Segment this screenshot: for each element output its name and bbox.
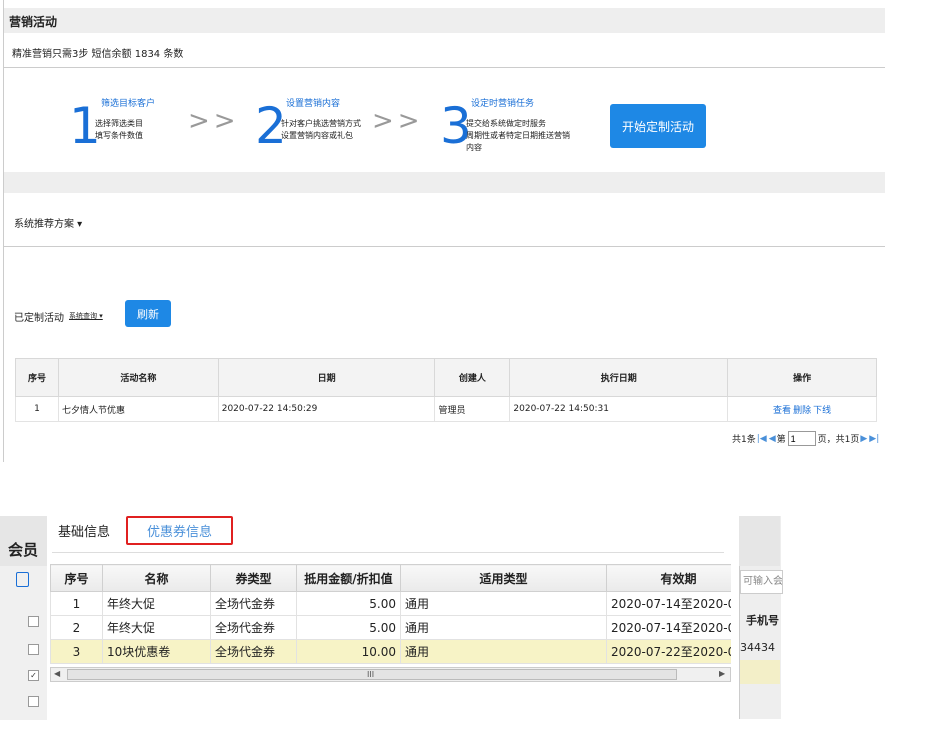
cell-name: 年终大促 <box>102 615 211 640</box>
scrollbar-grip-icon: III <box>367 670 375 679</box>
page-prefix: 第 <box>776 435 786 445</box>
prev-page-icon[interactable]: ◀ <box>769 434 776 444</box>
last-page-icon[interactable]: ▶| <box>869 434 879 444</box>
view-link[interactable]: 查看 <box>773 406 791 416</box>
col-header[interactable]: 执行日期 <box>509 358 729 397</box>
table-row[interactable]: 1 七夕情人节优惠 2020-07-22 14:50:29 管理员 2020-0… <box>15 396 877 422</box>
cell-valid: 2020-07-14至2020-0: <box>606 591 731 616</box>
title-bar: 营销活动 <box>4 8 885 33</box>
cell-type: 全场代金券 <box>210 639 297 664</box>
page-number-input[interactable] <box>787 431 816 446</box>
divider <box>4 246 885 247</box>
col-header[interactable]: 有效期 <box>606 564 731 592</box>
background-phone-value: 34434 <box>740 641 775 654</box>
offline-link[interactable]: 下线 <box>813 406 831 416</box>
cell-amount: 5.00 <box>296 615 401 640</box>
new-document-icon[interactable] <box>16 572 29 587</box>
cell-no: 1 <box>15 396 59 422</box>
background-search-input[interactable]: 可输入会 <box>740 570 783 594</box>
background-phone-header: 手机号 <box>746 614 779 627</box>
table-row[interactable]: 2 年终大促 全场代金券 5.00 通用 2020-07-14至2020-0: <box>50 615 731 640</box>
cell-scope: 通用 <box>400 615 607 640</box>
col-header[interactable]: 操作 <box>727 358 877 397</box>
page-suffix: 页，共1页 <box>817 435 860 445</box>
step-2-desc: 针对客户挑选营销方式 设置营销内容或礼包 <box>281 119 361 140</box>
cell-scope: 通用 <box>400 591 607 616</box>
cell-name: 10块优惠卷 <box>102 639 211 664</box>
col-header[interactable]: 名称 <box>102 564 211 592</box>
cell-amount: 10.00 <box>296 639 401 664</box>
sms-balance-text: 精准营销只需3步 短信余额 1834 条数 <box>12 49 184 60</box>
cell-exec-date: 2020-07-22 14:50:31 <box>509 396 729 422</box>
table-row[interactable]: 1 年终大促 全场代金券 5.00 通用 2020-07-14至2020-0: <box>50 591 731 616</box>
cell-type: 全场代金券 <box>210 615 297 640</box>
table-header-row: 序号 活动名称 日期 创建人 执行日期 操作 <box>15 358 877 397</box>
start-custom-campaign-button[interactable]: 开始定制活动 <box>610 104 706 148</box>
cell-name: 年终大促 <box>102 591 211 616</box>
cell-no: 2 <box>50 615 103 640</box>
tab-underline <box>52 552 724 553</box>
delete-link[interactable]: 删除 <box>793 406 811 416</box>
chevron-icon: >> <box>372 106 424 136</box>
col-header[interactable]: 活动名称 <box>57 358 219 397</box>
background-selected-row <box>740 660 780 684</box>
coupon-table: 序号 名称 券类型 抵用金额/折扣值 适用类型 有效期 1 年终大促 全场代金券… <box>50 564 731 664</box>
table-header-row: 序号 名称 券类型 抵用金额/折扣值 适用类型 有效期 <box>50 564 731 592</box>
col-header[interactable]: 序号 <box>50 564 103 592</box>
row-checkbox-checked[interactable]: ✓ <box>28 670 39 681</box>
row-checkbox[interactable] <box>28 616 39 627</box>
cell-actions: 查看 删除 下线 <box>727 396 877 422</box>
refresh-button[interactable]: 刷新 <box>125 300 171 327</box>
recommended-plans-dropdown[interactable]: 系统推荐方案 ▾ <box>14 215 82 230</box>
tab-basic-info[interactable]: 基础信息 <box>58 521 110 540</box>
section-separator <box>4 172 885 193</box>
row-checkbox[interactable] <box>28 696 39 707</box>
cell-valid: 2020-07-22至2020-0: <box>606 639 731 664</box>
cell-no: 3 <box>50 639 103 664</box>
divider <box>4 67 885 68</box>
query-view-dropdown[interactable]: 系统查询 ▾ <box>69 311 103 321</box>
col-header[interactable]: 券类型 <box>210 564 297 592</box>
cell-creator: 管理员 <box>434 396 511 422</box>
background-right-header <box>739 516 780 566</box>
scroll-right-icon[interactable]: ▶ <box>719 669 725 678</box>
background-member-title: 会员 <box>8 541 39 559</box>
cell-no: 1 <box>50 591 103 616</box>
cell-type: 全场代金券 <box>210 591 297 616</box>
col-header[interactable]: 序号 <box>15 358 59 397</box>
scroll-left-icon[interactable]: ◀ <box>54 669 60 678</box>
col-header[interactable]: 适用类型 <box>400 564 607 592</box>
cell-name: 七夕情人节优惠 <box>57 396 219 422</box>
coupon-table-wrap: 序号 名称 券类型 抵用金额/折扣值 适用类型 有效期 1 年终大促 全场代金券… <box>50 564 731 667</box>
col-header[interactable]: 日期 <box>217 358 436 397</box>
table-row-selected[interactable]: 3 10块优惠卷 全场代金券 10.00 通用 2020-07-22至2020-… <box>50 639 731 664</box>
tab-coupon-info[interactable]: 优惠券信息 <box>126 516 233 545</box>
row-checkbox[interactable] <box>28 644 39 655</box>
cell-amount: 5.00 <box>296 591 401 616</box>
campaign-table: 序号 活动名称 日期 创建人 执行日期 操作 1 七夕情人节优惠 2020-07… <box>15 358 877 422</box>
col-header[interactable]: 创建人 <box>434 358 511 397</box>
cell-valid: 2020-07-14至2020-0: <box>606 615 731 640</box>
chevron-icon: >> <box>188 106 240 136</box>
cell-scope: 通用 <box>400 639 607 664</box>
pager-total: 共1条 <box>732 435 756 445</box>
step-3-title: 设定时营销任务 <box>471 99 535 109</box>
first-page-icon[interactable]: |◀ <box>757 434 767 444</box>
custom-campaigns-label: 已定制活动 <box>14 313 64 324</box>
pager: 共1条 |◀ ◀ 第 页，共1页 ▶ ▶| <box>732 431 880 446</box>
cell-date: 2020-07-22 14:50:29 <box>217 396 436 422</box>
marketing-panel: 营销活动 精准营销只需3步 短信余额 1834 条数 1 筛选目标客户 选择筛选… <box>3 0 885 462</box>
step-2-title: 设置营销内容 <box>286 99 341 109</box>
step-1-desc: 选择筛选类目 填写条件数值 <box>95 119 143 140</box>
step-1-title: 筛选目标客户 <box>101 99 156 109</box>
step-3-desc: 提交给系统做定时服务 周期性或者特定日期推送营销 内容 <box>466 119 570 152</box>
page-title: 营销活动 <box>9 15 58 29</box>
next-page-icon[interactable]: ▶ <box>860 434 867 444</box>
col-header[interactable]: 抵用金额/折扣值 <box>296 564 401 592</box>
